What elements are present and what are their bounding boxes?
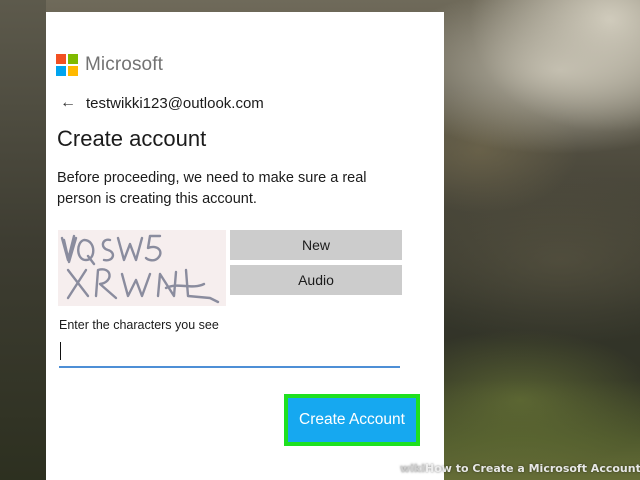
microsoft-squares-icon	[56, 54, 78, 76]
watermark-prefix: wiki	[400, 462, 426, 475]
captcha-input[interactable]	[59, 338, 400, 368]
identity-email: testwikki123@outlook.com	[86, 94, 264, 112]
arrow-left-icon[interactable]: ←	[60, 94, 76, 112]
text-caret	[60, 342, 61, 360]
create-account-highlight: Create Account	[284, 394, 420, 446]
audio-captcha-button[interactable]: Audio	[230, 265, 402, 295]
create-account-button[interactable]: Create Account	[288, 398, 416, 442]
page-title: Create account	[57, 126, 207, 151]
brand-name: Microsoft	[85, 54, 163, 75]
background-left-strip	[0, 0, 46, 480]
microsoft-logo: Microsoft	[56, 54, 163, 76]
signup-panel: Microsoft ← testwikki123@outlook.com Cre…	[46, 12, 444, 480]
captcha-image	[58, 230, 226, 306]
watermark-text: How to Create a Microsoft Account	[425, 462, 640, 475]
identity-banner: ← testwikki123@outlook.com	[60, 94, 264, 112]
new-captcha-button[interactable]: New	[230, 230, 402, 260]
page-description: Before proceeding, we need to make sure …	[57, 170, 367, 207]
captcha-field-label: Enter the characters you see	[59, 318, 219, 332]
wikihow-watermark: wikiHow to Create a Microsoft Account	[400, 462, 640, 475]
